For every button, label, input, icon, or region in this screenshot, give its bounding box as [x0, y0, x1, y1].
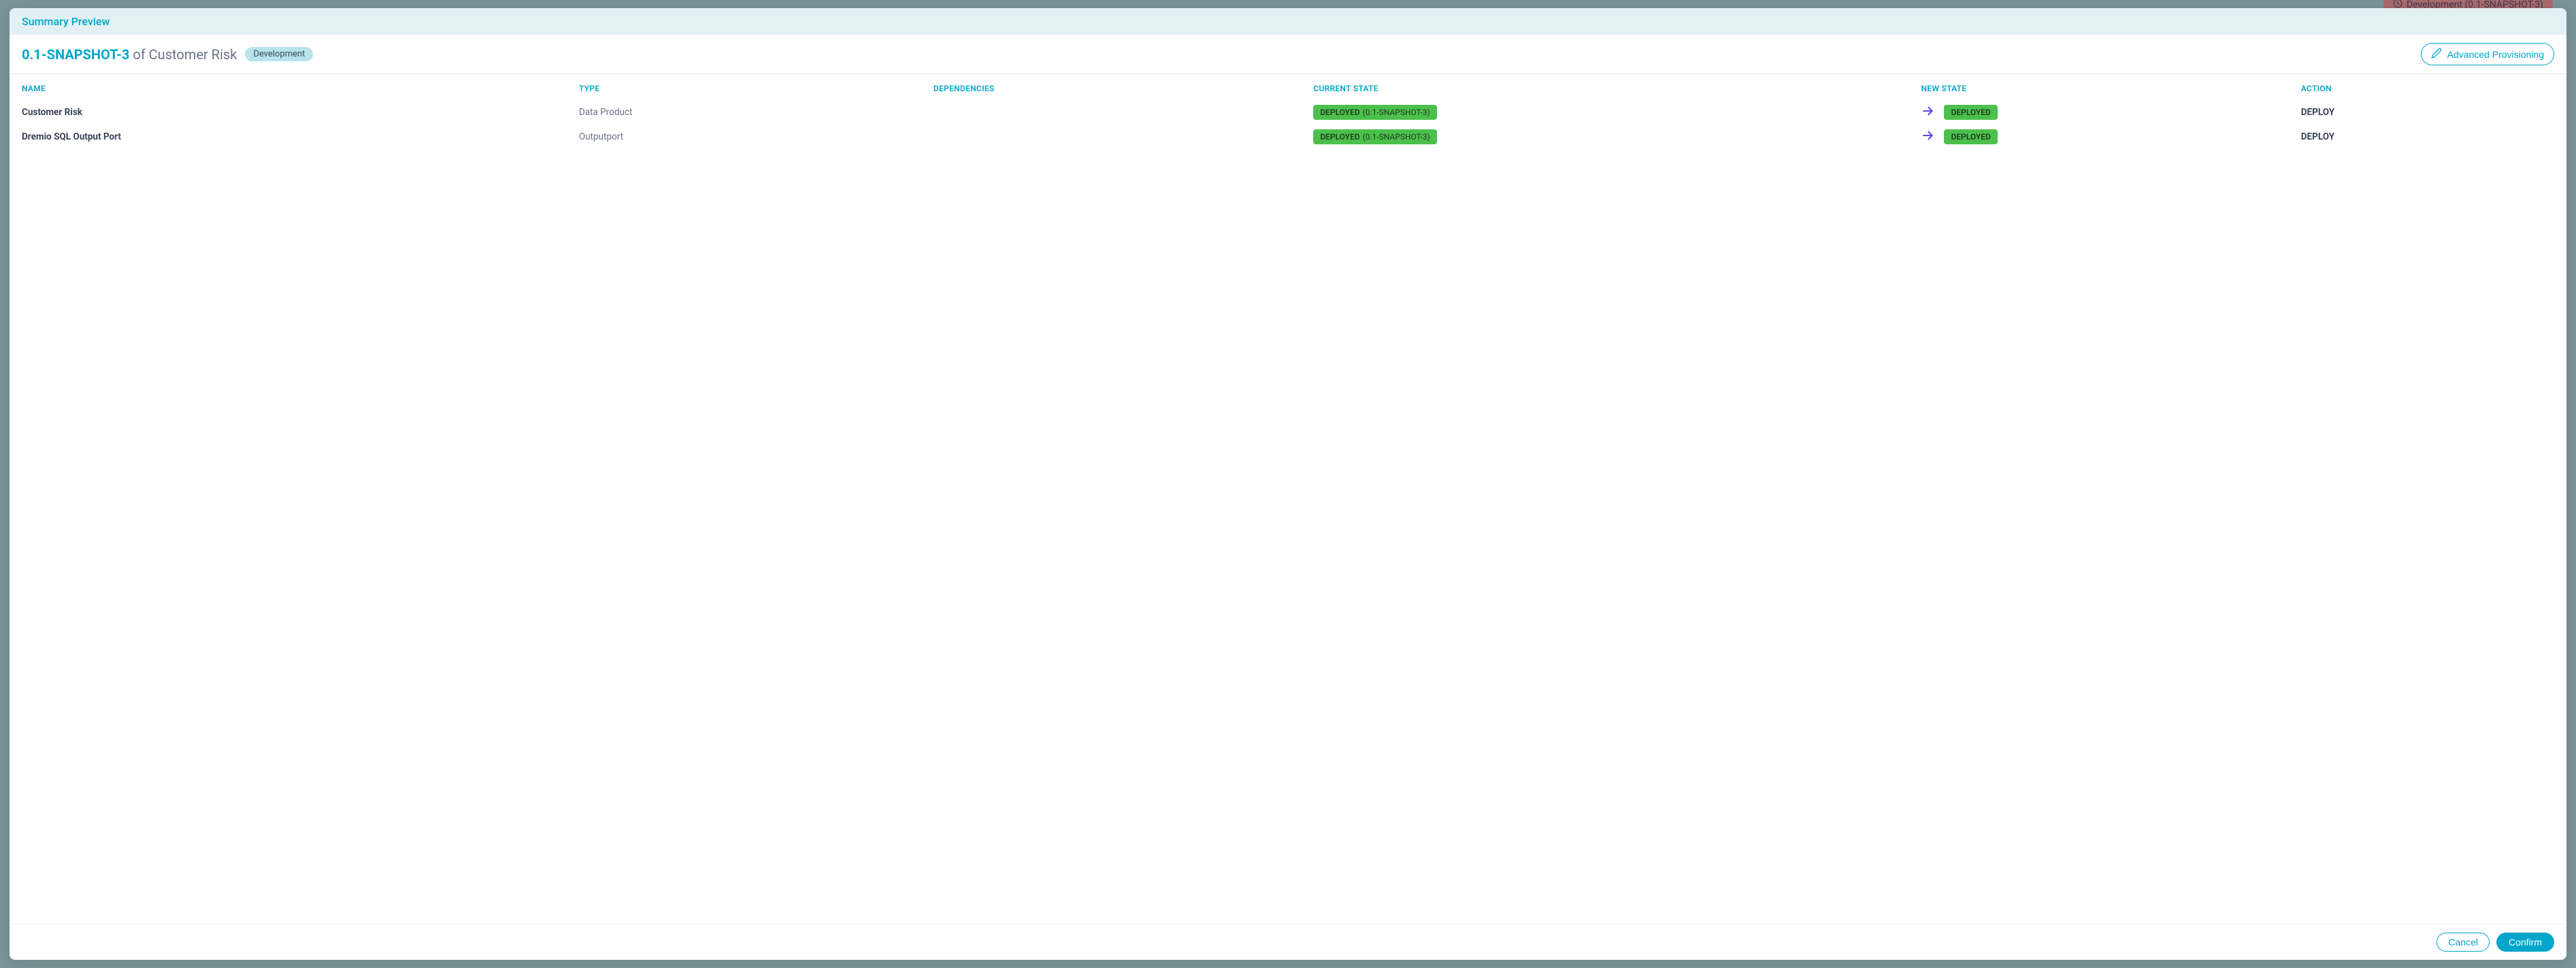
table-header: NAME TYPE DEPENDENCIES CURRENT STATE NEW… [10, 74, 2566, 100]
deployment-table: NAME TYPE DEPENDENCIES CURRENT STATE NEW… [10, 74, 2566, 924]
title-version: 0.1-SNAPSHOT-3 [22, 46, 129, 63]
status-label: DEPLOYED [1320, 132, 1359, 142]
status-badge: DEPLOYED [1944, 105, 1997, 120]
title-of: of [133, 46, 145, 63]
table-row: Customer Risk Data Product DEPLOYED (0.1… [10, 100, 2566, 125]
status-label: DEPLOYED [1951, 108, 1990, 117]
pencil-icon [2431, 48, 2442, 61]
table-row: Dremio SQL Output Port Outputport DEPLOY… [10, 125, 2566, 149]
status-badge: DEPLOYED [1944, 129, 1997, 144]
row-name: Dremio SQL Output Port [22, 131, 579, 142]
row-name: Customer Risk [22, 107, 579, 118]
advanced-provisioning-button[interactable]: Advanced Provisioning [2421, 43, 2554, 65]
advanced-provisioning-label: Advanced Provisioning [2447, 49, 2544, 60]
modal-header: Summary Preview [10, 8, 2566, 35]
title-product: Customer Risk [149, 46, 237, 63]
arrow-right-icon [1921, 104, 1934, 120]
modal-header-title: Summary Preview [22, 15, 110, 28]
col-new-state: NEW STATE [1921, 84, 2300, 93]
col-current-state: CURRENT STATE [1313, 84, 1921, 93]
row-new-state: DEPLOYED [1921, 129, 2300, 145]
status-label: DEPLOYED [1951, 132, 1990, 142]
status-version: (0.1-SNAPSHOT-3) [1363, 132, 1430, 142]
page-title: 0.1-SNAPSHOT-3 of Customer Risk [22, 46, 237, 63]
status-version: (0.1-SNAPSHOT-3) [1363, 108, 1430, 117]
row-current-state: DEPLOYED (0.1-SNAPSHOT-3) [1313, 105, 1921, 120]
modal-footer: Cancel Confirm [10, 924, 2566, 960]
col-type: TYPE [579, 84, 934, 93]
row-action: DEPLOY [2301, 107, 2554, 118]
cancel-button[interactable]: Cancel [2437, 933, 2490, 952]
col-name: NAME [22, 84, 579, 93]
row-new-state: DEPLOYED [1921, 104, 2300, 120]
arrow-right-icon [1921, 129, 1934, 145]
title-bar: 0.1-SNAPSHOT-3 of Customer Risk Developm… [10, 35, 2566, 74]
col-dependencies: DEPENDENCIES [934, 84, 1313, 93]
row-current-state: DEPLOYED (0.1-SNAPSHOT-3) [1313, 129, 1921, 144]
status-label: DEPLOYED [1320, 108, 1359, 117]
title-left: 0.1-SNAPSHOT-3 of Customer Risk Developm… [22, 46, 313, 63]
confirm-button[interactable]: Confirm [2496, 933, 2554, 952]
status-badge: DEPLOYED (0.1-SNAPSHOT-3) [1313, 129, 1436, 144]
summary-preview-modal: Summary Preview 0.1-SNAPSHOT-3 of Custom… [10, 8, 2566, 960]
col-action: ACTION [2301, 84, 2554, 93]
row-type: Data Product [579, 107, 934, 118]
status-badge: DEPLOYED (0.1-SNAPSHOT-3) [1313, 105, 1436, 120]
env-pill: Development [245, 47, 313, 61]
row-action: DEPLOY [2301, 131, 2554, 142]
row-type: Outputport [579, 131, 934, 142]
